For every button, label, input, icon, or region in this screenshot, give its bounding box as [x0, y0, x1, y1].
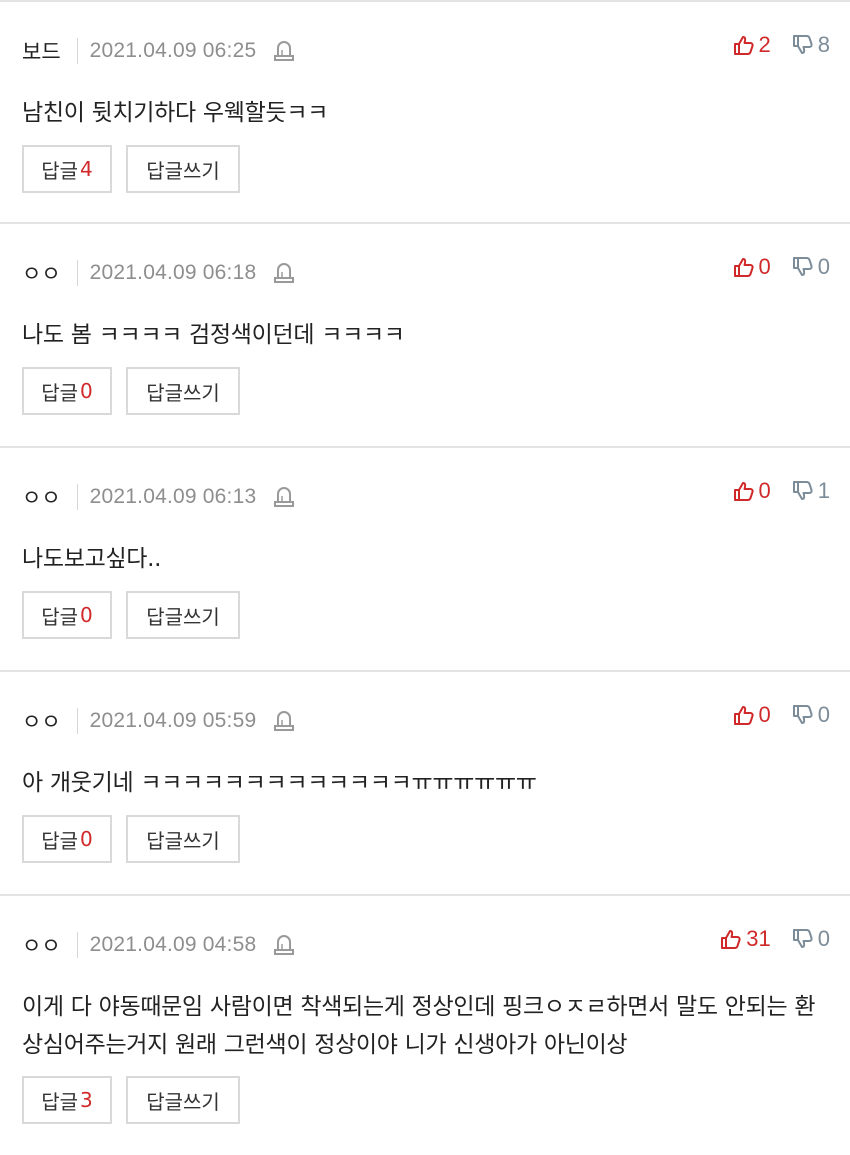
reply-button[interactable]: 답글 0	[22, 815, 112, 863]
thumbs-down-icon	[792, 35, 813, 54]
write-reply-button[interactable]: 답글쓰기	[126, 591, 240, 639]
meta-divider	[76, 260, 78, 286]
dislike-button[interactable]: 0	[791, 254, 830, 280]
thumbs-up-icon	[733, 36, 754, 55]
vote-area: 0 0	[732, 254, 830, 280]
like-button[interactable]: 0	[732, 702, 771, 728]
bell-icon[interactable]	[274, 262, 295, 284]
vote-area: 0 1	[732, 478, 830, 504]
thumbs-up-icon	[721, 930, 741, 949]
dislike-button[interactable]: 0	[791, 926, 830, 952]
comment-meta: ㅇㅇ 2021.04.09 05:59	[22, 706, 295, 736]
comment-author[interactable]: ㅇㅇ	[22, 930, 61, 960]
meta-divider	[76, 38, 78, 64]
thumbs-down-icon	[792, 929, 813, 948]
thumbs-up-icon	[733, 482, 754, 501]
like-button[interactable]: 2	[732, 32, 771, 58]
like-button[interactable]: 0	[732, 478, 771, 504]
dislike-count: 8	[817, 32, 830, 57]
comment-actions: 답글 0 답글쓰기	[22, 815, 240, 863]
write-reply-button[interactable]: 답글쓰기	[126, 815, 240, 863]
comment-actions: 답글 0 답글쓰기	[22, 367, 240, 415]
comment-author[interactable]: 보드	[22, 36, 61, 66]
dislike-button[interactable]: 0	[791, 702, 830, 728]
dislike-button[interactable]: 1	[791, 478, 830, 504]
comment-date: 2021.04.09 06:18	[89, 261, 257, 284]
comment-text: 이게 다 야동때문임 사람이면 착색되는게 정상인데 핑크ㅇㅈㄹ하면서 말도 안…	[22, 994, 816, 1058]
comment-item: ㅇㅇ 2021.04.09 04:58 31 0 이게 다 야동때문임 사람이면…	[0, 896, 850, 1153]
thumbs-down-icon	[792, 481, 813, 500]
comment-meta: ㅇㅇ 2021.04.09 06:18	[22, 258, 295, 288]
comment-date: 2021.04.09 06:13	[89, 485, 257, 508]
dislike-count: 0	[817, 926, 830, 951]
reply-button[interactable]: 답글 3	[22, 1076, 112, 1124]
meta-divider	[76, 484, 78, 510]
reply-button[interactable]: 답글 0	[22, 591, 112, 639]
thumbs-up-icon	[733, 706, 754, 725]
thumbs-down-icon	[792, 257, 813, 276]
comment-actions: 답글 4 답글쓰기	[22, 145, 240, 193]
comment-item: 보드 2021.04.09 06:25 2 8 남친이 뒷치기하다 우웩할듯ㅋㅋ…	[0, 0, 850, 224]
like-count: 0	[758, 254, 771, 279]
comment-actions: 답글 0 답글쓰기	[22, 591, 240, 639]
comment-date: 2021.04.09 05:59	[89, 709, 257, 732]
comment-date: 2021.04.09 06:25	[89, 39, 257, 62]
reply-label: 답글	[41, 158, 79, 183]
comment-author[interactable]: ㅇㅇ	[22, 482, 61, 512]
comment-text: 남친이 뒷치기하다 우웩할듯ㅋㅋ	[22, 100, 329, 126]
like-count: 31	[746, 926, 771, 951]
comment-text: 나도 봄 ㅋㅋㅋㅋ 검정색이던데 ㅋㅋㅋㅋ	[22, 322, 405, 348]
reply-count: 0	[80, 603, 93, 627]
dislike-count: 0	[817, 702, 830, 727]
write-reply-button[interactable]: 답글쓰기	[126, 367, 240, 415]
bell-icon[interactable]	[274, 40, 295, 62]
comment-item: ㅇㅇ 2021.04.09 06:18 0 0 나도 봄 ㅋㅋㅋㅋ 검정색이던데…	[0, 224, 850, 448]
reply-count: 0	[80, 827, 93, 851]
bell-icon[interactable]	[274, 710, 295, 732]
bell-icon[interactable]	[274, 486, 295, 508]
dislike-count: 1	[817, 478, 830, 503]
comment-author[interactable]: ㅇㅇ	[22, 706, 61, 736]
thumbs-down-icon	[792, 705, 813, 724]
write-reply-button[interactable]: 답글쓰기	[126, 1076, 240, 1124]
meta-divider	[76, 708, 78, 734]
like-button[interactable]: 0	[732, 254, 771, 280]
reply-label: 답글	[41, 1089, 79, 1114]
vote-area: 31 0	[719, 926, 830, 952]
comment-item: ㅇㅇ 2021.04.09 05:59 0 0 아 개웃기네 ㅋㅋㅋㅋㅋㅋㅋㅋㅋ…	[0, 672, 850, 896]
thumbs-up-icon	[733, 258, 754, 277]
comment-text: 아 개웃기네 ㅋㅋㅋㅋㅋㅋㅋㅋㅋㅋㅋㅋㅋㅠㅠㅠㅠㅠㅠ	[22, 770, 537, 796]
reply-label: 답글	[41, 604, 79, 629]
meta-divider	[76, 932, 78, 958]
like-count: 0	[758, 702, 771, 727]
reply-label: 답글	[41, 380, 79, 405]
comment-meta: ㅇㅇ 2021.04.09 06:13	[22, 482, 295, 512]
comment-meta: 보드 2021.04.09 06:25	[22, 36, 295, 66]
dislike-count: 0	[817, 254, 830, 279]
comment-actions: 답글 3 답글쓰기	[22, 1076, 240, 1124]
vote-area: 2 8	[732, 32, 830, 58]
comment-date: 2021.04.09 04:58	[89, 933, 257, 956]
comment-text: 나도보고싶다..	[22, 546, 162, 572]
reply-button[interactable]: 답글 4	[22, 145, 112, 193]
bell-icon[interactable]	[274, 934, 295, 956]
like-button[interactable]: 31	[719, 926, 771, 952]
comment-meta: ㅇㅇ 2021.04.09 04:58	[22, 930, 295, 960]
comment-item: ㅇㅇ 2021.04.09 06:13 0 1 나도보고싶다.. 답글 0 답글쓰…	[0, 448, 850, 672]
write-reply-button[interactable]: 답글쓰기	[126, 145, 240, 193]
reply-count: 4	[80, 157, 93, 181]
reply-count: 3	[80, 1088, 93, 1112]
reply-button[interactable]: 답글 0	[22, 367, 112, 415]
comment-author[interactable]: ㅇㅇ	[22, 258, 61, 288]
dislike-button[interactable]: 8	[791, 32, 830, 58]
reply-label: 답글	[41, 828, 79, 853]
comment-list: 보드 2021.04.09 06:25 2 8 남친이 뒷치기하다 우웩할듯ㅋㅋ…	[0, 0, 850, 1153]
vote-area: 0 0	[732, 702, 830, 728]
like-count: 0	[758, 478, 771, 503]
reply-count: 0	[80, 379, 93, 403]
like-count: 2	[758, 32, 771, 57]
